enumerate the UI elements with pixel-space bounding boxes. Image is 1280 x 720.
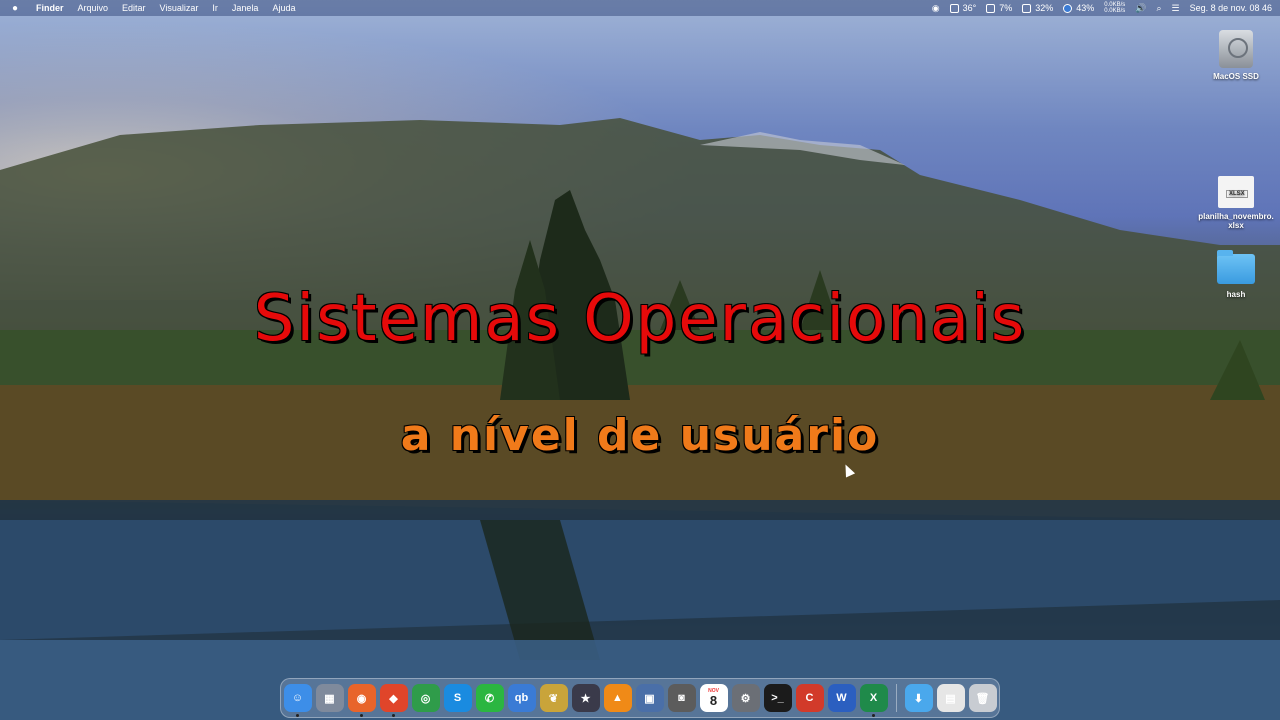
- battery-value: 43%: [1076, 3, 1095, 13]
- menu-editar[interactable]: Editar: [122, 3, 146, 13]
- desktop-icon-macos-ssd[interactable]: MacOS SSD: [1198, 30, 1274, 81]
- screenshot-icon[interactable]: ◙: [667, 684, 696, 712]
- finder-icon[interactable]: ☺: [283, 684, 312, 717]
- xlsx-file-icon: XLSX: [1218, 176, 1254, 208]
- running-indicator: [359, 714, 363, 717]
- record-icon: ◉: [931, 2, 940, 13]
- record-status[interactable]: ◉: [932, 3, 940, 14]
- overlay-subtitle: a nível de usuário: [400, 410, 880, 461]
- launchpad-icon[interactable]: ▦: [315, 684, 344, 712]
- whatsapp-icon[interactable]: ✆: [475, 684, 504, 712]
- wallpaper-landscape: [0, 118, 1280, 720]
- menu-bar: ● Finder Arquivo Editar Visualizar Ir Ja…: [0, 0, 1280, 16]
- shazam-icon[interactable]: S: [443, 684, 472, 712]
- clock[interactable]: Seg. 8 de nov. 08 46: [1190, 3, 1272, 13]
- cpu-status[interactable]: 7%: [986, 3, 1012, 13]
- menu-janela[interactable]: Janela: [232, 3, 259, 13]
- desktop-icon-label: planilha_novembro.xlsx: [1198, 212, 1274, 230]
- running-indicator: [871, 714, 875, 717]
- memory-status[interactable]: 32%: [1022, 3, 1053, 13]
- trash-icon[interactable]: 🗑: [968, 684, 997, 712]
- desktop-icon-xlsx[interactable]: XLSX planilha_novembro.xlsx: [1198, 176, 1274, 230]
- system-preferences-icon[interactable]: ⚙: [731, 684, 760, 712]
- overlay-title: Sistemas Operacionais: [253, 282, 1027, 356]
- temperature-value: 36°: [962, 3, 977, 13]
- calendar-icon[interactable]: NOV 8: [699, 684, 728, 712]
- folder-icon: [1217, 250, 1255, 284]
- drive-icon: [1219, 30, 1253, 68]
- running-indicator: [391, 714, 395, 717]
- temperature-status[interactable]: 36°: [949, 3, 977, 13]
- firefox-icon[interactable]: ◉: [347, 684, 376, 717]
- dock-separator: [895, 684, 897, 712]
- document-stack-icon[interactable]: ▤: [936, 684, 965, 712]
- menu-ir[interactable]: Ir: [212, 3, 218, 13]
- net-down-value: 0.0KB/s: [1104, 8, 1126, 14]
- virtualbox-icon[interactable]: ▣: [635, 684, 664, 712]
- menu-app-name[interactable]: Finder: [36, 3, 64, 13]
- cocktail-icon[interactable]: ❦: [539, 684, 568, 712]
- menu-ajuda[interactable]: Ajuda: [272, 3, 295, 13]
- calendar-day: 8: [709, 693, 718, 708]
- word-icon[interactable]: W: [827, 684, 856, 712]
- dock: ☺ ▦ ◉ ◆ ◎ S ✆ qb ❦ ★ ▲ ▣ ◙ NOV 8 ⚙ >_ C W X ⬇ ▤ 🗑: [280, 678, 1000, 718]
- final-cut-icon[interactable]: ★: [571, 684, 600, 712]
- network-speed[interactable]: 0.0KB/s 0.0KB/s: [1104, 2, 1125, 14]
- cpu-icon: [986, 3, 996, 13]
- desktop-icon-label: MacOS SSD: [1213, 72, 1259, 81]
- battery-icon: [1063, 3, 1073, 13]
- search-icon[interactable]: ⌕: [1156, 3, 1161, 14]
- volume-icon[interactable]: 🔊: [1135, 3, 1146, 14]
- ccleaner-icon[interactable]: C: [795, 684, 824, 712]
- chrome-icon[interactable]: ◎: [411, 684, 440, 712]
- terminal-icon[interactable]: >_: [763, 684, 792, 712]
- memory-value: 32%: [1035, 3, 1054, 13]
- vlc-icon[interactable]: ▲: [603, 684, 632, 712]
- chip-icon: [949, 3, 959, 13]
- battery-status[interactable]: 43%: [1063, 3, 1094, 13]
- menu-arquivo[interactable]: Arquivo: [78, 3, 109, 13]
- xlsx-badge: XLSX: [1226, 190, 1248, 198]
- running-indicator: [295, 714, 299, 717]
- qbittorrent-icon[interactable]: qb: [507, 684, 536, 712]
- menu-visualizar[interactable]: Visualizar: [160, 3, 199, 13]
- brave-icon[interactable]: ◆: [379, 684, 408, 717]
- downloads-folder-icon[interactable]: ⬇: [904, 684, 933, 712]
- control-center-icon[interactable]: ☰: [1172, 3, 1180, 14]
- memory-icon: [1022, 3, 1032, 13]
- excel-icon[interactable]: X: [859, 684, 888, 717]
- apple-menu-icon[interactable]: ●: [12, 3, 22, 14]
- cpu-value: 7%: [999, 3, 1013, 13]
